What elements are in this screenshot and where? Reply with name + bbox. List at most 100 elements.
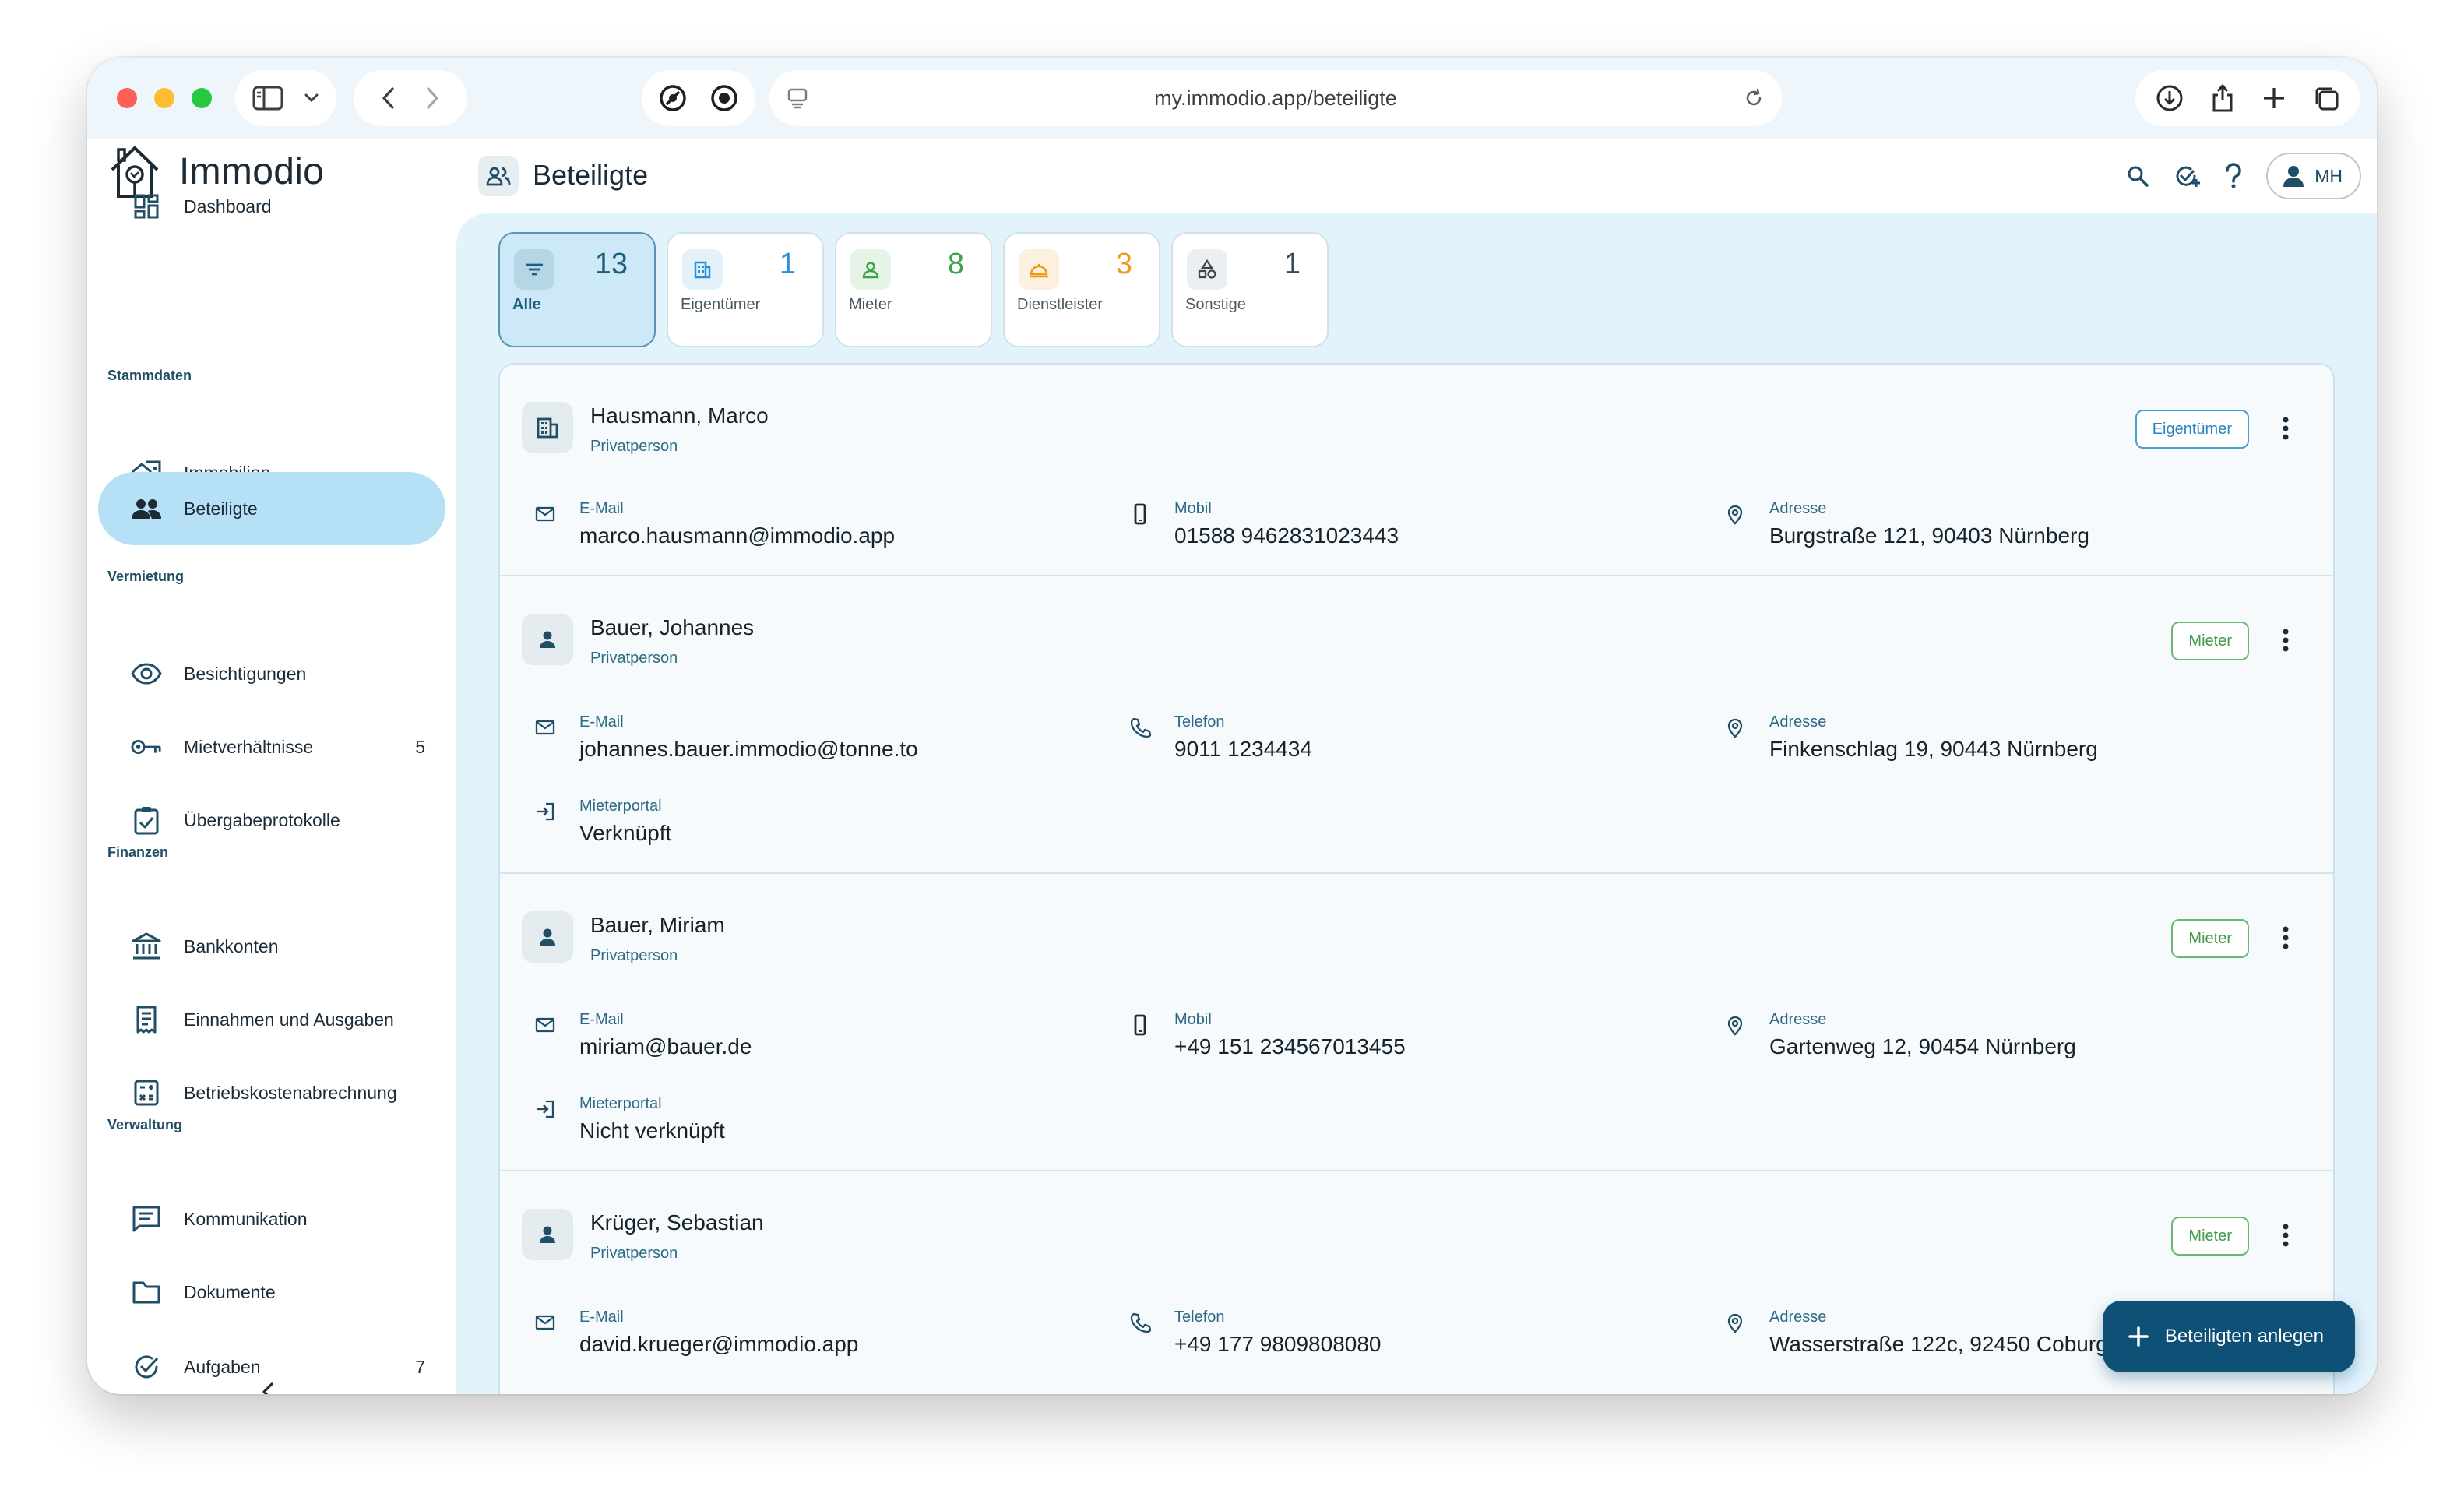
- phone-value[interactable]: +49 151 234567013455: [1174, 1034, 1406, 1059]
- add-participant-button[interactable]: Beteiligten anlegen: [2102, 1301, 2355, 1372]
- sidebar-item-label: Mietverhältnisse: [184, 736, 314, 757]
- participant-name[interactable]: Bauer, Johannes: [590, 615, 754, 640]
- field-label: Mobil: [1174, 500, 1212, 517]
- email-value[interactable]: miriam@bauer.de: [579, 1034, 752, 1059]
- filter-lines-icon: [514, 249, 554, 290]
- compass-extension-icon[interactable]: [659, 84, 687, 112]
- close-window-button[interactable]: [117, 88, 137, 108]
- header-actions: MH: [2126, 153, 2361, 199]
- collapse-sidebar-button[interactable]: [260, 1382, 276, 1394]
- phone-icon: [1130, 717, 1151, 738]
- participant-type: Privatperson: [590, 947, 678, 964]
- field-label: Adresse: [1769, 713, 1827, 731]
- portal-status-value: Verknüpft: [579, 821, 672, 845]
- maximize-window-button[interactable]: [192, 88, 212, 108]
- filter-label: Dienstleister: [1017, 296, 1104, 313]
- filter-label: Alle: [512, 296, 541, 313]
- back-arrow-icon[interactable]: [382, 86, 396, 110]
- download-icon[interactable]: [2156, 84, 2184, 112]
- participant-row[interactable]: Bauer, Miriam Privatperson Mieter E-Mail…: [500, 874, 2333, 1171]
- sidebar-item-label: Besichtigungen: [184, 663, 307, 684]
- more-options-icon[interactable]: [2282, 628, 2290, 653]
- sidebar-item-label: Übergabeprotokolle: [184, 809, 340, 830]
- sidebar-item-dashboard[interactable]: Dashboard: [98, 170, 445, 243]
- task-add-icon[interactable]: [2173, 162, 2201, 190]
- shapes-icon: [1187, 249, 1227, 290]
- sidebar-item-label: Dashboard: [184, 195, 272, 217]
- service-bell-icon: [1019, 249, 1059, 290]
- more-options-icon[interactable]: [2282, 1223, 2290, 1248]
- section-stammdaten: Stammdaten: [107, 368, 192, 383]
- field-label: E-Mail: [579, 1011, 624, 1028]
- participant-name[interactable]: Hausmann, Marco: [590, 403, 769, 428]
- more-options-icon[interactable]: [2282, 416, 2290, 441]
- filter-label: Eigentümer: [681, 296, 761, 313]
- field-label: E-Mail: [579, 713, 624, 731]
- filter-eigentuemer[interactable]: 1 Eigentümer: [667, 232, 824, 347]
- address-value: Wasserstraße 122c, 92450 Coburg: [1769, 1332, 2108, 1356]
- address-value: Burgstraße 121, 90403 Nürnberg: [1769, 523, 2089, 548]
- address-bar[interactable]: my.immodio.app/beteiligte: [769, 70, 1782, 126]
- participant-row[interactable]: Bauer, Johannes Privatperson Mieter E-Ma…: [500, 576, 2333, 874]
- new-tab-icon[interactable]: [2262, 86, 2286, 111]
- sidebar-item-bankkonten[interactable]: Bankkonten: [98, 910, 445, 983]
- reload-icon[interactable]: [1743, 87, 1765, 109]
- sidebar-toggle-button[interactable]: [235, 70, 336, 126]
- participant-row[interactable]: Hausmann, Marco Privatperson Eigentümer …: [500, 365, 2333, 576]
- forward-arrow-icon[interactable]: [425, 86, 439, 110]
- email-value[interactable]: johannes.bauer.immodio@tonne.to: [579, 737, 918, 762]
- minimize-window-button[interactable]: [154, 88, 174, 108]
- sidebar-item-kommunikation[interactable]: Kommunikation: [98, 1182, 445, 1256]
- filter-mieter[interactable]: 8 Mieter: [835, 232, 992, 347]
- filter-sonstige[interactable]: 1 Sonstige: [1171, 232, 1329, 347]
- sidebar-item-besichtigungen[interactable]: Besichtigungen: [98, 637, 445, 710]
- participant-name[interactable]: Krüger, Sebastian: [590, 1210, 764, 1235]
- sidebar-item-mietverhaeltnisse[interactable]: Mietverhältnisse 5: [98, 710, 445, 784]
- record-extension-icon[interactable]: [710, 84, 738, 112]
- location-pin-icon: [1727, 1016, 1743, 1036]
- sidebar-item-label: Bankkonten: [184, 935, 279, 956]
- page-settings-icon[interactable]: [787, 87, 808, 109]
- field-label: E-Mail: [579, 500, 624, 517]
- participant-row[interactable]: Krüger, Sebastian Privatperson Mieter E-…: [500, 1171, 2333, 1394]
- sidebar-item-dokumente[interactable]: Dokumente: [98, 1256, 445, 1329]
- login-icon: [537, 802, 554, 821]
- filter-dienstleister[interactable]: 3 Dienstleister: [1003, 232, 1160, 347]
- field-label: Telefon: [1174, 713, 1225, 731]
- location-pin-icon: [1727, 505, 1743, 525]
- calculator-icon: [131, 1077, 162, 1108]
- filter-count: 1: [779, 248, 796, 280]
- building-icon: [522, 402, 573, 453]
- extension-buttons: [642, 70, 755, 126]
- tab-overview-icon[interactable]: [2313, 85, 2339, 111]
- sidebar-item-count: 5: [415, 736, 425, 757]
- mail-icon: [535, 720, 555, 735]
- phone-value[interactable]: 9011 1234434: [1174, 737, 1312, 762]
- participant-type: Privatperson: [590, 438, 678, 455]
- filter-alle[interactable]: 13 Alle: [498, 232, 656, 347]
- sidebar-item-beteiligte[interactable]: Beteiligte: [98, 472, 445, 545]
- participants-list: Hausmann, Marco Privatperson Eigentümer …: [498, 363, 2335, 1394]
- search-icon[interactable]: [2126, 164, 2149, 188]
- share-icon[interactable]: [2210, 83, 2235, 113]
- mail-icon: [535, 506, 555, 522]
- location-pin-icon: [1727, 718, 1743, 738]
- mobile-phone-icon: [1134, 1014, 1146, 1036]
- user-menu-button[interactable]: MH: [2266, 153, 2361, 199]
- sidebar-item-label: Kommunikation: [184, 1208, 308, 1229]
- filter-label: Sonstige: [1185, 296, 1246, 313]
- field-label: Mobil: [1174, 1011, 1212, 1028]
- phone-value[interactable]: +49 177 9809808080: [1174, 1332, 1382, 1357]
- phone-value[interactable]: 01588 9462831023443: [1174, 523, 1399, 548]
- participant-name[interactable]: Bauer, Miriam: [590, 913, 725, 938]
- check-circle-icon: [131, 1351, 162, 1382]
- email-value[interactable]: david.krueger@immodio.app: [579, 1332, 858, 1357]
- dashboard-icon: [131, 191, 162, 222]
- building-icon: [682, 249, 723, 290]
- more-options-icon[interactable]: [2282, 925, 2290, 950]
- email-value[interactable]: marco.hausmann@immodio.app: [579, 523, 895, 548]
- plus-icon: [2128, 1326, 2149, 1347]
- sidebar-item-einnahmen-ausgaben[interactable]: Einnahmen und Ausgaben: [98, 983, 445, 1056]
- app-header: Beteiligte MH: [456, 139, 2377, 213]
- help-icon[interactable]: [2224, 163, 2243, 189]
